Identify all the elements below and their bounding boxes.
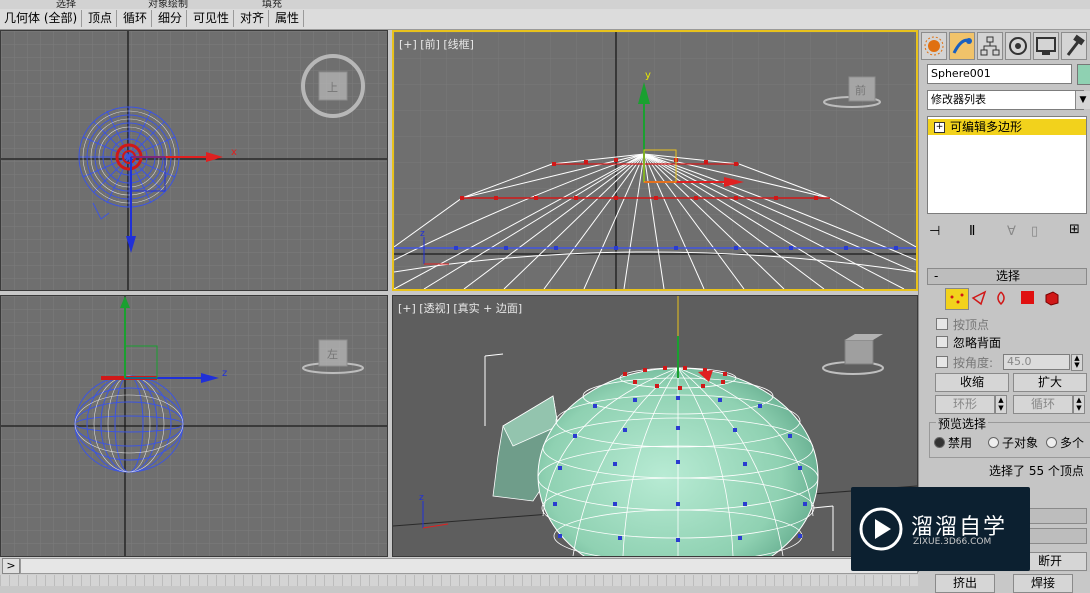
preview-subobj-label: 子对象 bbox=[1002, 436, 1039, 450]
configure-sets-icon[interactable]: ⊞ bbox=[1069, 222, 1080, 237]
axis-x-label: x bbox=[231, 147, 237, 158]
by-vertex-checkbox[interactable] bbox=[936, 318, 948, 330]
modify-icon bbox=[952, 38, 972, 54]
graphite-toolbar: 几何体 (全部) 顶点 循环 细分 可见性 对齐 属性 bbox=[0, 9, 1090, 30]
preview-selection-label: 预览选择 bbox=[936, 415, 989, 432]
modifier-list-label: 修改器列表 bbox=[931, 93, 986, 106]
weld-button[interactable]: 焊接 bbox=[1013, 574, 1073, 593]
timeline-bar: > bbox=[0, 557, 918, 586]
watermark-badge: 溜溜自学 ZIXUE.3D66.COM bbox=[851, 487, 1030, 571]
viewcube-top-label: 上 bbox=[327, 81, 338, 94]
expand-icon[interactable]: + bbox=[934, 122, 945, 133]
element-mode-button[interactable] bbox=[1043, 289, 1061, 306]
selection-rollout-header[interactable]: - 选择 bbox=[927, 268, 1087, 285]
by-vertex-label: 按顶点 bbox=[953, 318, 990, 332]
element-icon bbox=[1045, 291, 1059, 306]
ignore-backface-checkbox[interactable] bbox=[936, 336, 948, 348]
remove-modifier-icon[interactable]: ▯ bbox=[1031, 224, 1038, 239]
preview-disabled-label: 禁用 bbox=[948, 436, 973, 450]
viewport-front-canvas: y z 前 bbox=[394, 32, 916, 289]
loop-button[interactable]: 循环 bbox=[1013, 395, 1073, 414]
unique-icon[interactable]: ∀ bbox=[1007, 224, 1016, 239]
angle-spinner[interactable]: ▲ ▼ bbox=[1071, 354, 1083, 371]
show-end-icon[interactable]: Ⅱ bbox=[969, 224, 975, 239]
selection-status: 选择了 55 个顶点 bbox=[989, 464, 1084, 478]
modifier-list-dropdown[interactable]: 修改器列表 bbox=[927, 90, 1084, 110]
border-mode-button[interactable] bbox=[993, 290, 1009, 306]
viewport-perspective[interactable]: z [+] [透视] [真实 + 边面] bbox=[392, 295, 918, 557]
ring-button[interactable]: 环形 bbox=[935, 395, 995, 414]
viewcube-left-label: 左 bbox=[327, 348, 338, 361]
viewport-perspective-label[interactable]: [+] [透视] [真实 + 边面] bbox=[398, 300, 522, 316]
edge-mode-button[interactable] bbox=[971, 290, 987, 306]
chevron-down-icon[interactable]: ▼ bbox=[1075, 91, 1090, 109]
loop-spinner[interactable]: ▲ ▼ bbox=[1073, 395, 1085, 414]
angle-value-field[interactable]: 45.0 bbox=[1003, 354, 1070, 370]
create-tab[interactable] bbox=[921, 32, 947, 60]
axis-y-label: y bbox=[645, 70, 651, 81]
expand-track-arrow[interactable]: > bbox=[2, 558, 20, 574]
shrink-button[interactable]: 收缩 bbox=[935, 373, 1009, 392]
sun-icon bbox=[924, 36, 944, 56]
watermark-url: ZIXUE.3D66.COM bbox=[913, 537, 992, 547]
utilities-tab[interactable] bbox=[1061, 32, 1087, 60]
preview-selection-group: 预览选择 禁用 子对象 多个 bbox=[929, 415, 1090, 458]
toolbar-subdivide[interactable]: 细分 bbox=[154, 10, 188, 27]
grow-button[interactable]: 扩大 bbox=[1013, 373, 1087, 392]
stack-item-editable-poly[interactable]: + 可编辑多边形 bbox=[928, 119, 1086, 135]
track-bar[interactable] bbox=[0, 575, 918, 586]
stack-item-label: 可编辑多边形 bbox=[950, 120, 1023, 134]
edge-icon bbox=[971, 290, 987, 306]
display-tab[interactable] bbox=[1033, 32, 1059, 60]
hierarchy-icon bbox=[980, 36, 1000, 56]
viewport-top[interactable]: x 上 bbox=[0, 30, 388, 291]
preview-subobj-radio[interactable] bbox=[988, 437, 999, 448]
polygon-mode-button[interactable] bbox=[1021, 291, 1034, 304]
preview-disabled-radio[interactable] bbox=[934, 437, 945, 448]
border-icon bbox=[997, 291, 1005, 306]
modifier-stack: + 可编辑多边形 bbox=[927, 116, 1087, 214]
object-name-field[interactable]: Sphere001 bbox=[927, 64, 1072, 84]
motion-tab[interactable] bbox=[1005, 32, 1031, 60]
viewport-top-canvas: x 上 bbox=[1, 31, 387, 290]
toolbar-visibility[interactable]: 可见性 bbox=[189, 10, 235, 27]
hierarchy-tab[interactable] bbox=[977, 32, 1003, 60]
hammer-icon bbox=[1066, 34, 1085, 56]
toolbar-align[interactable]: 对齐 bbox=[236, 10, 270, 27]
ring-spinner[interactable]: ▲ ▼ bbox=[995, 395, 1007, 414]
front-tripod-z: z bbox=[420, 229, 425, 239]
toolbar-vertex[interactable]: 顶点 bbox=[84, 10, 118, 27]
object-color-swatch[interactable] bbox=[1077, 64, 1090, 85]
extrude-button[interactable]: 挤出 bbox=[935, 574, 995, 593]
persp-tripod-z: z bbox=[419, 493, 424, 503]
preview-multi-radio[interactable] bbox=[1046, 437, 1057, 448]
vertex-mode-button[interactable] bbox=[945, 288, 969, 310]
toolbar-geometry-all[interactable]: 几何体 (全部) bbox=[0, 10, 83, 27]
viewport-front[interactable]: y z 前 [+] [前] [线框] bbox=[392, 30, 918, 291]
collapse-icon: - bbox=[934, 269, 939, 283]
modify-tab[interactable] bbox=[949, 32, 975, 60]
viewport-perspective-canvas: z bbox=[393, 296, 917, 556]
stack-toolbar: ⊣ Ⅱ ∀ ▯ ⊞ bbox=[927, 222, 1087, 242]
viewport-left[interactable]: z 左 bbox=[0, 295, 388, 557]
time-slider[interactable] bbox=[20, 558, 918, 574]
selection-title: 选择 bbox=[996, 269, 1021, 283]
toolbar-properties[interactable]: 属性 bbox=[271, 10, 305, 27]
by-angle-label: 按角度: bbox=[953, 356, 994, 370]
viewport-front-label[interactable]: [+] [前] [线框] bbox=[399, 36, 474, 52]
motion-icon bbox=[1009, 37, 1027, 55]
monitor-icon bbox=[1036, 37, 1056, 55]
pin-icon[interactable]: ⊣ bbox=[929, 224, 940, 239]
ignore-backface-label: 忽略背面 bbox=[953, 336, 1002, 350]
viewcube-front-label: 前 bbox=[855, 83, 866, 97]
viewport-left-canvas: z 左 bbox=[1, 296, 387, 556]
preview-multi-label: 多个 bbox=[1060, 436, 1085, 450]
axis-z-label: z bbox=[222, 368, 227, 379]
vertex-icon bbox=[950, 293, 964, 304]
toolbar-loop[interactable]: 循环 bbox=[119, 10, 153, 27]
by-angle-checkbox[interactable] bbox=[936, 356, 948, 368]
